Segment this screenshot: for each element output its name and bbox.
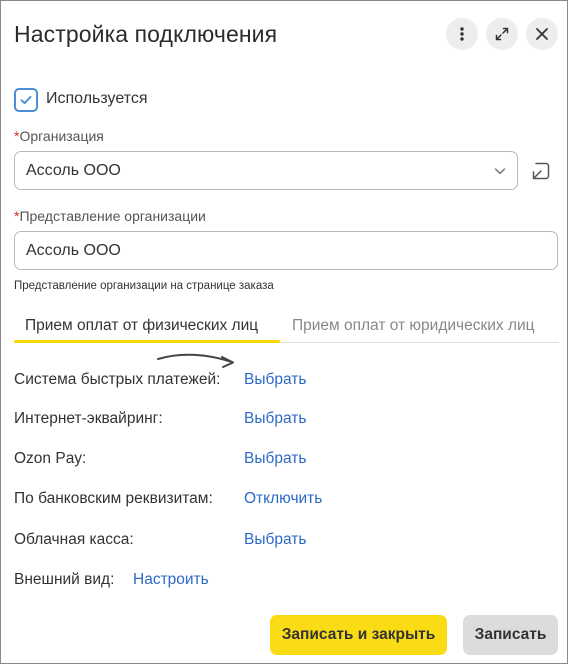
- checkmark-icon: [20, 95, 32, 105]
- sbp-label: Система быстрых платежей:: [14, 371, 221, 388]
- arrow-pointer-icon: [157, 353, 234, 368]
- chevron-down-icon[interactable]: [494, 166, 506, 176]
- used-checkbox-label[interactable]: Используется: [46, 90, 148, 108]
- organization-label-text: Организация: [19, 128, 104, 144]
- more-menu-button[interactable]: [446, 18, 478, 50]
- bank-details-label: По банковским реквизитам:: [14, 490, 213, 507]
- ozon-pay-select-link[interactable]: Выбрать: [244, 450, 306, 468]
- organization-value: Ассоль ООО: [26, 161, 121, 179]
- organization-select[interactable]: Ассоль ООО: [14, 151, 518, 190]
- organization-label: *Организация: [14, 128, 104, 144]
- appearance-configure-link[interactable]: Настроить: [133, 571, 209, 589]
- org-view-label-text: Представление организации: [19, 208, 206, 224]
- org-view-label: *Представление организации: [14, 208, 206, 224]
- ozon-pay-label: Ozon Pay:: [14, 450, 87, 467]
- org-view-input[interactable]: Ассоль ООО: [14, 231, 558, 270]
- used-checkbox[interactable]: [14, 88, 38, 112]
- active-tab-indicator: [14, 340, 280, 343]
- appearance-label: Внешний вид:: [14, 571, 115, 588]
- expand-icon: [495, 27, 509, 41]
- close-icon: [536, 28, 548, 40]
- org-view-value: Ассоль ООО: [26, 241, 121, 259]
- sbp-select-link[interactable]: Выбрать: [244, 371, 306, 389]
- save-button[interactable]: Записать: [463, 615, 558, 655]
- tab-legal-entities[interactable]: Прием оплат от юридических лиц: [292, 317, 535, 335]
- expand-button[interactable]: [486, 18, 518, 50]
- cloud-cashbox-label: Облачная касса:: [14, 531, 134, 548]
- bank-details-disable-link[interactable]: Отключить: [244, 490, 322, 508]
- open-organization-icon[interactable]: [530, 160, 552, 182]
- tab-individuals[interactable]: Прием оплат от физических лиц: [25, 317, 258, 335]
- acquiring-select-link[interactable]: Выбрать: [244, 410, 306, 428]
- save-and-close-button[interactable]: Записать и закрыть: [270, 615, 447, 655]
- more-vertical-icon: [460, 27, 464, 41]
- acquiring-label: Интернет-эквайринг:: [14, 410, 163, 427]
- dialog-window: Настройка подключения Используется *Орга…: [0, 0, 568, 664]
- org-view-hint: Представление организации на странице за…: [14, 280, 274, 292]
- cloud-cashbox-select-link[interactable]: Выбрать: [244, 531, 306, 549]
- dialog-title: Настройка подключения: [14, 21, 278, 47]
- close-button[interactable]: [526, 18, 558, 50]
